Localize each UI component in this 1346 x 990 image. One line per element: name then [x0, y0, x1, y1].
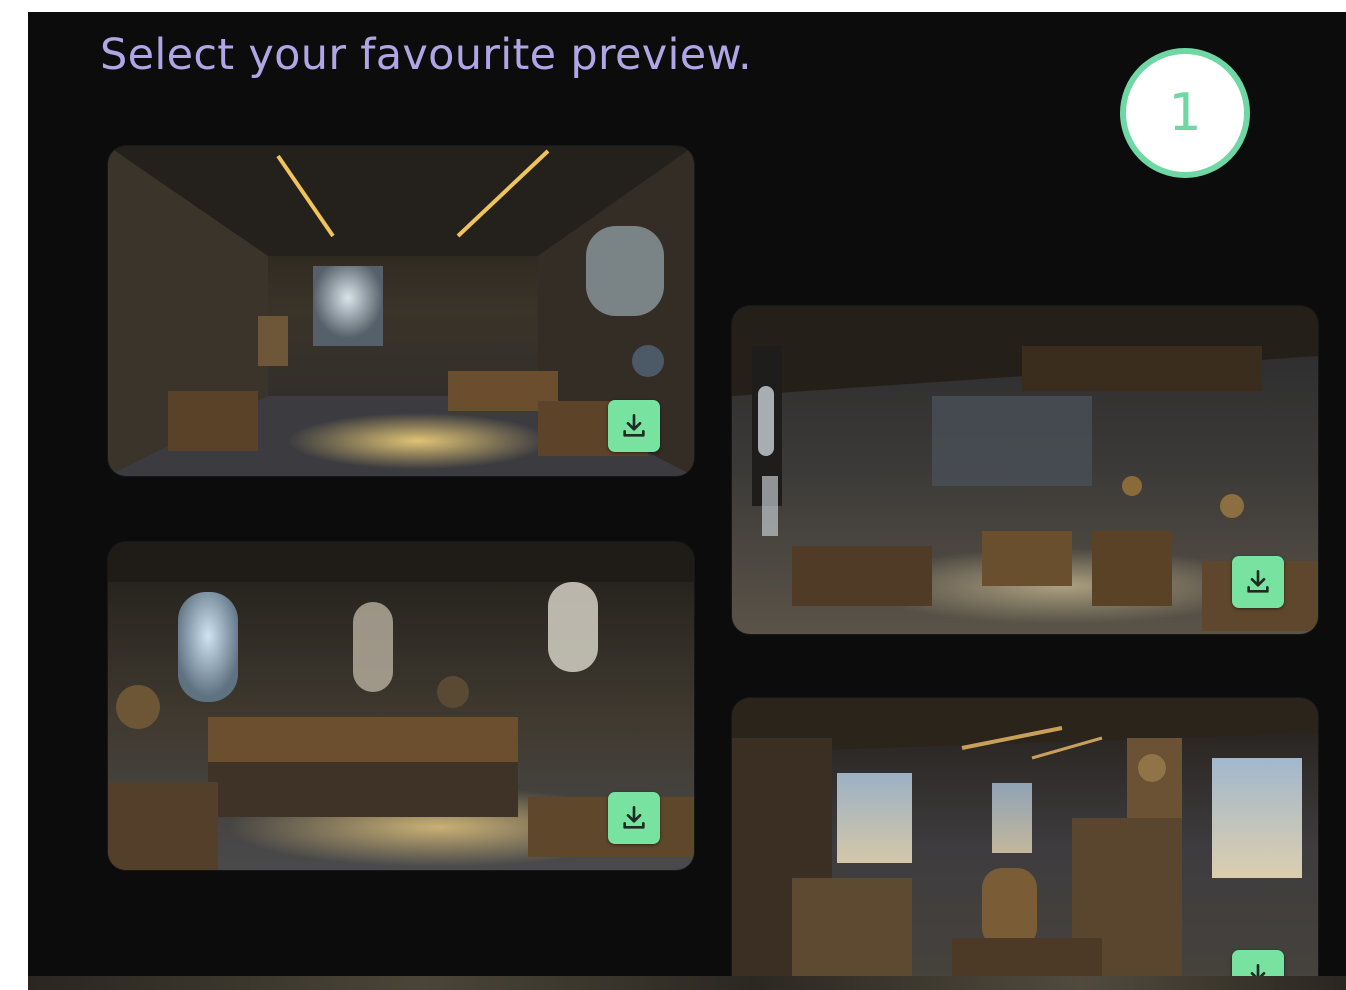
download-icon — [1247, 570, 1269, 593]
preview-card-3[interactable] — [732, 306, 1318, 634]
preview-image-4 — [732, 698, 1318, 978]
download-button-3[interactable] — [1232, 556, 1284, 608]
download-button-4[interactable] — [1232, 950, 1284, 978]
step-number-badge: 1 — [1120, 48, 1250, 178]
download-button-2[interactable] — [608, 792, 660, 844]
preview-image-2 — [108, 542, 694, 870]
preview-selection-panel: Select your favourite preview. 1 — [28, 12, 1346, 978]
preview-card-1[interactable] — [108, 146, 694, 476]
download-button-1[interactable] — [608, 400, 660, 452]
page-title: Select your favourite preview. — [100, 30, 753, 80]
preview-image-3 — [732, 306, 1318, 634]
preview-image-1 — [108, 146, 694, 476]
download-icon — [623, 806, 645, 829]
bottom-image-edge — [28, 976, 1346, 990]
preview-card-4[interactable] — [732, 698, 1318, 978]
download-icon — [623, 414, 645, 437]
step-number: 1 — [1168, 83, 1202, 143]
preview-card-2[interactable] — [108, 542, 694, 870]
